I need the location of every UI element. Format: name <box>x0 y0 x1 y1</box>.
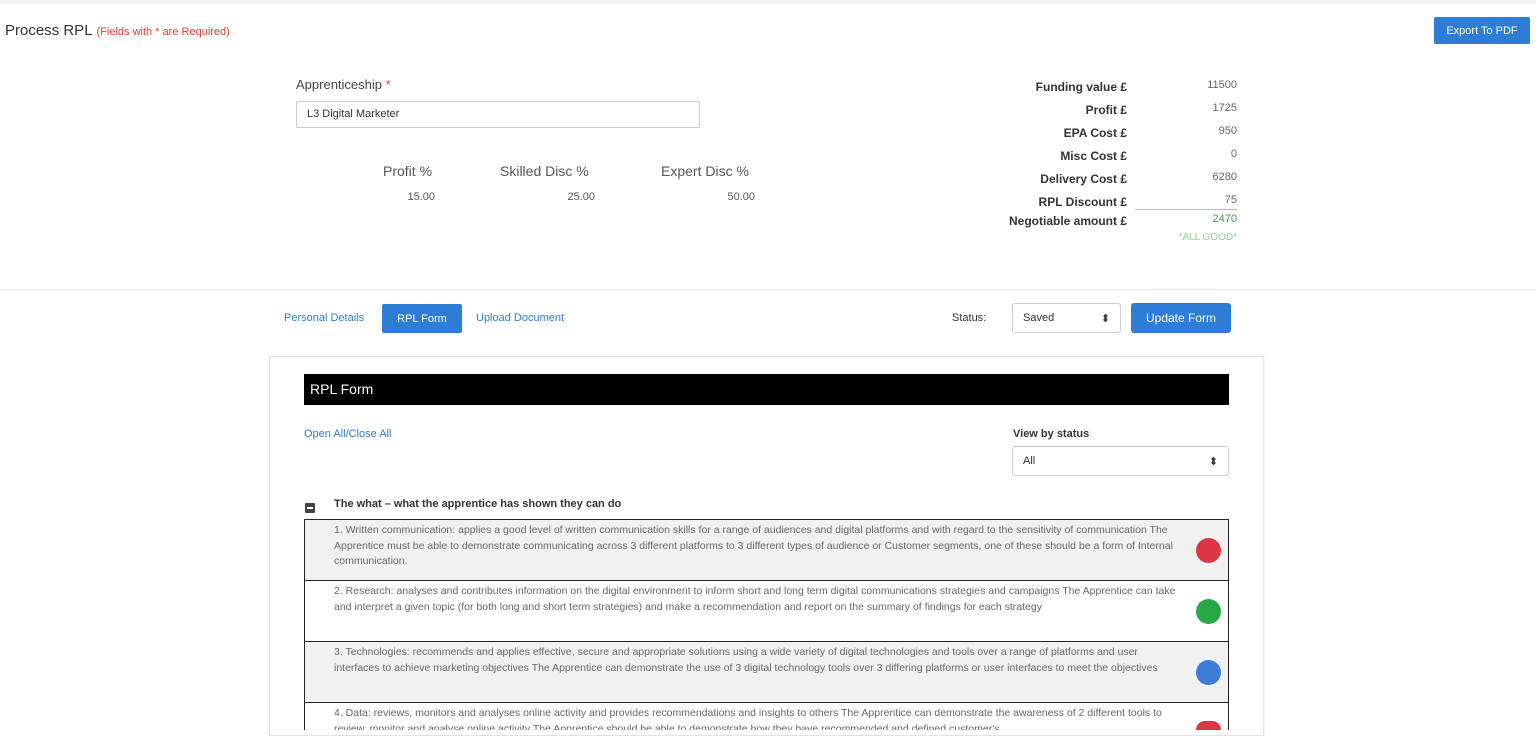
misc-cost-label: Misc Cost £ <box>1060 149 1127 163</box>
criterion-text: 1. Written communication: applies a good… <box>334 524 1173 567</box>
open-close-all-link[interactable]: Open All/Close All <box>304 428 391 440</box>
profit-value: 1725 <box>1212 102 1237 114</box>
expert-disc-label: Expert Disc % <box>661 163 749 179</box>
expert-disc-value: 50.00 <box>727 191 755 203</box>
list-item[interactable]: 4. Data: reviews, monitors and analyses … <box>304 702 1229 730</box>
required-star: * <box>385 77 391 92</box>
status-red-icon[interactable] <box>1196 538 1221 563</box>
status-select-value: Saved <box>1023 312 1055 324</box>
top-bar <box>0 0 1536 4</box>
profit-percent-value: 15.00 <box>407 191 435 203</box>
update-form-button[interactable]: Update Form <box>1131 303 1231 333</box>
skilled-disc-value: 25.00 <box>567 191 595 203</box>
apprenticeship-input[interactable]: L3 Digital Marketer <box>296 101 700 128</box>
rpl-discount-value: 75 <box>1224 194 1237 206</box>
delivery-cost-label: Delivery Cost £ <box>1040 172 1127 186</box>
rpl-form-title: RPL Form <box>304 374 1229 405</box>
status-blue-icon[interactable] <box>1196 660 1221 685</box>
view-by-status-label: View by status <box>1013 428 1090 440</box>
status-label: Status: <box>952 312 987 324</box>
page-title: Process RPL (Fields with * are Required) <box>5 22 230 39</box>
negotiable-amount-label: Negotiable amount £ <box>1008 214 1127 228</box>
apprenticeship-label: Apprenticeship * <box>296 77 391 92</box>
collapse-icon[interactable] <box>305 503 315 513</box>
epa-cost-value: 950 <box>1218 125 1237 137</box>
view-by-status-select[interactable]: All ⬍ <box>1012 446 1229 476</box>
section-divider <box>0 289 1536 290</box>
negotiable-divider <box>1135 209 1237 210</box>
view-by-status-value: All <box>1023 455 1036 467</box>
misc-cost-value: 0 <box>1230 148 1237 160</box>
list-item[interactable]: 2. Research: analyses and contributes in… <box>304 580 1229 642</box>
status-green-icon[interactable] <box>1196 599 1221 624</box>
profit-label: Profit £ <box>1085 103 1127 117</box>
tab-personal-details[interactable]: Personal Details <box>284 312 364 324</box>
criterion-text: 3. Technologies: recommends and applies … <box>334 646 1158 674</box>
chevron-updown-icon: ⬍ <box>1208 455 1218 468</box>
finance-status-text: *ALL GOOD* <box>1178 232 1237 243</box>
page-title-text: Process RPL <box>5 22 93 39</box>
tab-rpl-form[interactable]: RPL Form <box>382 304 462 333</box>
tab-upload-document[interactable]: Upload Document <box>476 312 564 324</box>
apprenticeship-label-text: Apprenticeship <box>296 77 382 92</box>
list-item[interactable]: 1. Written communication: applies a good… <box>304 519 1229 581</box>
delivery-cost-value: 6280 <box>1212 171 1237 183</box>
funding-value-label: Funding value £ <box>1035 80 1127 94</box>
rpl-discount-label: RPL Discount £ <box>1038 195 1127 209</box>
chevron-updown-icon: ⬍ <box>1100 312 1110 325</box>
negotiable-amount-value: 2470 <box>1212 213 1237 225</box>
criterion-text: 4. Data: reviews, monitors and analyses … <box>334 707 1162 730</box>
funding-value: 11500 <box>1207 79 1237 91</box>
export-pdf-button[interactable]: Export To PDF <box>1434 17 1530 44</box>
status-red-icon[interactable] <box>1196 721 1221 730</box>
skilled-disc-label: Skilled Disc % <box>500 163 589 179</box>
criterion-text: 2. Research: analyses and contributes in… <box>334 585 1176 613</box>
status-select[interactable]: Saved ⬍ <box>1012 303 1121 333</box>
required-note: (Fields with * are Required) <box>96 26 230 38</box>
profit-percent-label: Profit % <box>383 163 433 179</box>
epa-cost-label: EPA Cost £ <box>1063 126 1127 140</box>
section-title: The what – what the apprentice has shown… <box>334 498 622 510</box>
list-item[interactable]: 3. Technologies: recommends and applies … <box>304 641 1229 703</box>
